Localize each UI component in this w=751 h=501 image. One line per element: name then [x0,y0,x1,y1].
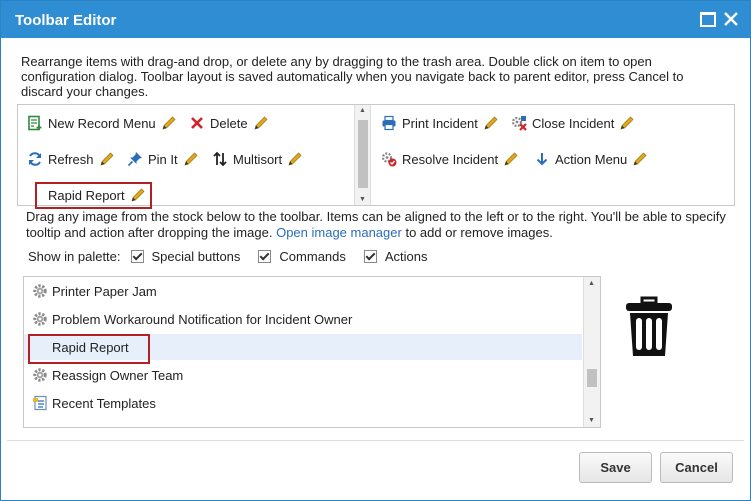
toolbar-item-action-menu[interactable]: Action Menu [534,149,648,169]
toolbar-item-label: New Record Menu [48,115,156,131]
open-image-manager-link[interactable]: Open image manager [276,225,402,240]
actions-option[interactable]: Actions [363,249,428,264]
gear-icon [32,283,48,299]
toolbar-item-pin-it[interactable]: Pin It [127,149,199,169]
toolbar-editor-dialog: Toolbar Editor Rearrange items with drag… [0,0,751,501]
pencil-icon[interactable] [99,151,115,167]
resolve-icon [381,151,397,167]
toolbar-item-print-incident[interactable]: Print Incident [381,113,499,133]
list-item-label: Recent Templates [52,395,156,411]
palette-label: Show in palette: [28,249,121,264]
toolbar-item-refresh[interactable]: Refresh [27,149,115,169]
close-button[interactable] [722,10,740,28]
new-record-icon [27,115,43,131]
gear-icon [32,311,48,327]
pencil-icon[interactable] [483,115,499,131]
list-item-highlight [28,334,150,364]
toolbar-item-label: Delete [210,115,248,131]
scroll-up-icon[interactable]: ▲ [359,107,366,114]
toolbar-item-label: Print Incident [402,115,478,131]
pencil-icon[interactable] [253,115,269,131]
toolbar-item-label: Resolve Incident [402,151,499,167]
palette-options: Show in palette: Special buttons Command… [28,249,446,264]
stock-hint: Drag any image from the stock below to t… [26,209,736,241]
scroll-up-icon[interactable]: ▲ [588,280,595,287]
list-item-label: Problem Workaround Notification for Inci… [52,311,353,327]
trash-icon[interactable] [625,296,673,358]
pencil-icon[interactable] [503,151,519,167]
toolbar-layout-area[interactable]: New Record Menu Delete Refresh Pin It Mu… [17,104,735,209]
image-stock-list[interactable]: Printer Paper Jam Problem Workaround Not… [23,276,601,428]
sort-icon [212,151,228,167]
templates-icon [32,395,48,411]
pencil-icon[interactable] [632,151,648,167]
pencil-icon[interactable] [287,151,303,167]
toolbar-item-label: Multisort [233,151,283,167]
special-buttons-option[interactable]: Special buttons [130,249,241,264]
hint-text-after: to add or remove images. [405,225,553,240]
pencil-icon[interactable] [183,151,199,167]
delete-x-icon [189,115,205,131]
actions-checkbox[interactable] [363,250,377,263]
list-item[interactable]: Printer Paper Jam [24,278,582,304]
toolbar-item-delete[interactable]: Delete [189,113,269,133]
footer-divider [7,440,744,441]
save-button[interactable]: Save [579,452,652,483]
list-item[interactable]: Reassign Owner Team [24,362,582,388]
commands-checkbox[interactable] [258,250,272,263]
toolbar-item-resolve-incident[interactable]: Resolve Incident [381,149,519,169]
gear-icon [32,367,48,383]
toolbar-right-section: Print Incident Close Incident Resolve In… [370,105,734,205]
pencil-icon[interactable] [130,187,146,203]
toolbar-left-section: New Record Menu Delete Refresh Pin It Mu… [18,105,353,209]
toolbar-scrollbar[interactable]: ▲ ▼ [354,105,371,205]
refresh-icon [27,151,43,167]
maximize-button[interactable] [698,10,716,28]
list-item[interactable]: Recent Templates [24,390,582,416]
toolbar-item-close-incident[interactable]: Close Incident [511,113,635,133]
pencil-icon[interactable] [161,115,177,131]
scroll-thumb[interactable] [587,369,597,387]
special-buttons-checkbox[interactable] [130,250,144,263]
list-item-label: Printer Paper Jam [52,283,157,299]
list-item-label: Reassign Owner Team [52,367,184,383]
scroll-down-icon[interactable]: ▼ [588,417,595,424]
title-bar: Toolbar Editor [1,1,750,38]
toolbar-item-label: Action Menu [555,151,628,167]
toolbar-item-multisort[interactable]: Multisort [212,149,303,169]
stock-scrollbar[interactable]: ▲ ▼ [583,277,600,427]
arrow-down-icon [534,151,550,167]
cancel-button[interactable]: Cancel [660,452,733,483]
toolbar-item-new-record-menu[interactable]: New Record Menu [27,113,177,133]
list-item[interactable]: Problem Workaround Notification for Inci… [24,306,582,332]
pin-icon [127,151,143,167]
pencil-icon[interactable] [619,115,635,131]
intro-text: Rearrange items with drag-and drop, or d… [21,54,684,99]
printer-icon [381,115,397,131]
commands-option[interactable]: Commands [258,249,346,264]
scroll-thumb[interactable] [358,120,368,188]
scroll-down-icon[interactable]: ▼ [359,196,366,203]
option-label: Commands [279,249,346,264]
option-label: Special buttons [151,249,241,264]
option-label: Actions [384,249,428,264]
maximize-icon [700,12,716,27]
toolbar-item-label: Rapid Report [48,187,125,203]
dialog-title: Toolbar Editor [15,12,117,29]
close-incident-icon [511,115,527,131]
toolbar-item-label: Close Incident [532,115,615,131]
close-icon [724,12,738,26]
toolbar-item-label: Pin It [148,151,178,167]
toolbar-item-label: Refresh [48,151,94,167]
dialog-content: Rearrange items with drag-and drop, or d… [7,38,744,494]
toolbar-item-rapid-report[interactable]: Rapid Report [48,185,146,205]
